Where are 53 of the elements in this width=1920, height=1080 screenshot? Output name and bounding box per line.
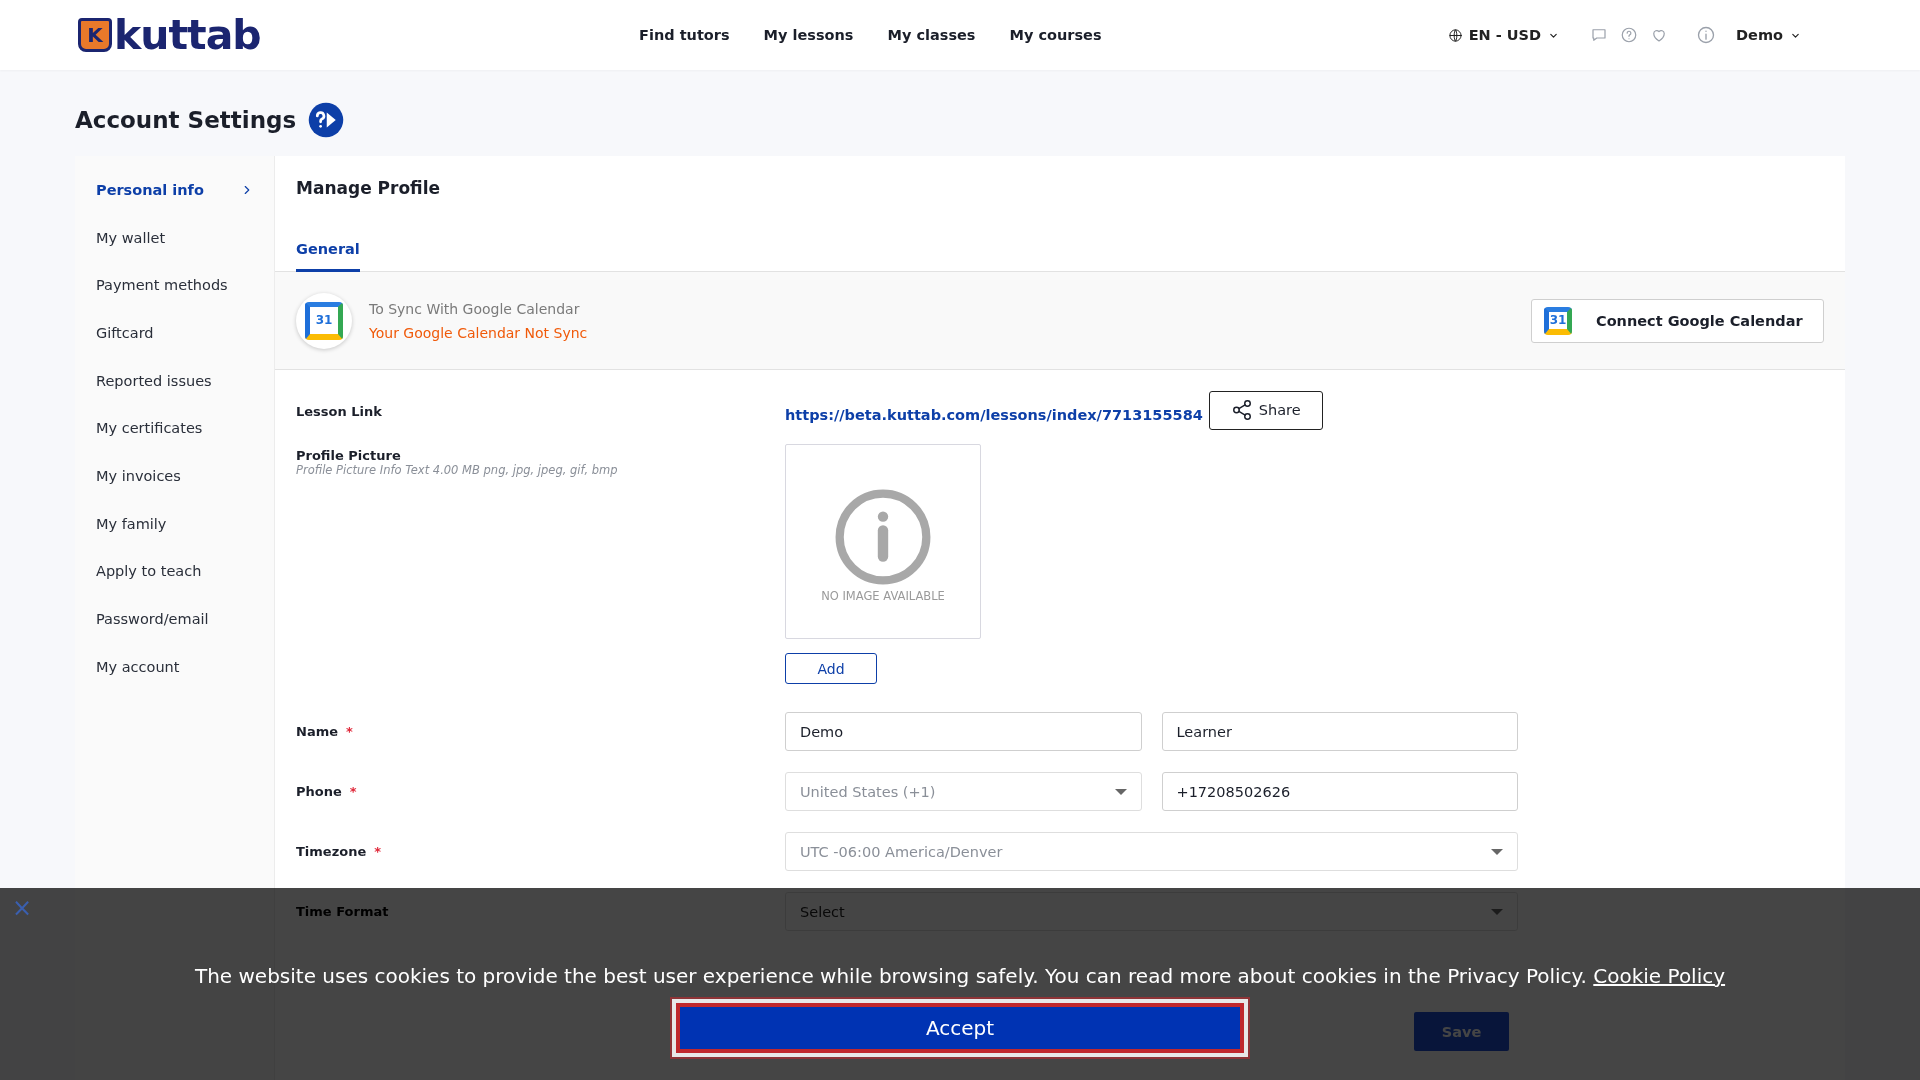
sidebar-item[interactable]: Apply to teach bbox=[75, 547, 274, 596]
field-label: Phone bbox=[296, 784, 342, 799]
required-mark: * bbox=[349, 784, 357, 799]
field-label: Lesson Link bbox=[296, 404, 383, 419]
sidebar-item[interactable]: My family bbox=[75, 499, 274, 548]
field-hint: Profile Picture Info Text 4.00 MB png, jpg, jpeg, gif, bmp bbox=[296, 463, 619, 477]
user-menu[interactable]: Demo bbox=[1736, 27, 1783, 43]
nav-link[interactable]: My lessons bbox=[763, 27, 854, 43]
logo-icon[interactable]: K bbox=[78, 18, 112, 52]
sidebar-item[interactable]: Reported issues bbox=[75, 356, 274, 405]
lesson-link[interactable]: https://beta.kuttab.com/lessons/index/7713155584 bbox=[785, 397, 1203, 423]
required-mark: * bbox=[374, 844, 382, 859]
language-selector[interactable]: EN - USD bbox=[1468, 27, 1542, 43]
sidebar-item[interactable]: My invoices bbox=[75, 452, 274, 500]
share-icon bbox=[1230, 399, 1253, 421]
sidebar-item[interactable]: Personal info bbox=[75, 166, 274, 214]
calendar-icon: 31 bbox=[1544, 306, 1572, 335]
sidebar-item[interactable]: Password/email bbox=[75, 595, 274, 643]
calendar-icon: 31 bbox=[305, 301, 343, 340]
connect-calendar-button[interactable]: 31 Connect Google Calendar bbox=[1531, 298, 1824, 343]
sidebar-item[interactable]: Payment methods bbox=[75, 261, 274, 310]
text-field[interactable]: Learner bbox=[1161, 712, 1518, 751]
text-field[interactable]: Demo bbox=[785, 712, 1142, 751]
sidebar-item[interactable]: Giftcard bbox=[75, 309, 274, 357]
page-title: Account Settings bbox=[75, 107, 297, 133]
required-mark: * bbox=[346, 724, 353, 739]
logo-text[interactable]: kuttab bbox=[114, 14, 261, 56]
nav-link[interactable]: My courses bbox=[1009, 27, 1102, 43]
sidebar-item[interactable]: My account bbox=[75, 642, 274, 691]
cookie-notice: The website uses cookies to provide the best user experience while browsing safely. You can read more about cookies in the Privacy Policy. Cookie Policy bbox=[194, 964, 1726, 988]
cookie-policy-link[interactable]: Cookie Policy bbox=[1593, 964, 1726, 988]
field-label: Name bbox=[296, 724, 338, 739]
sync-status: Your Google Calendar Not Sync bbox=[369, 324, 588, 341]
field-label: Profile Picture bbox=[296, 448, 402, 463]
help-video-icon bbox=[308, 102, 345, 138]
panel-title: Manage Profile bbox=[295, 177, 442, 200]
field-label: Timezone bbox=[296, 844, 367, 859]
sidebar-item[interactable]: My certificates bbox=[75, 404, 274, 453]
chat-icon bbox=[1590, 26, 1609, 44]
info-icon bbox=[1696, 25, 1717, 45]
globe-icon bbox=[1447, 27, 1463, 43]
share-button[interactable]: Share bbox=[1208, 390, 1323, 430]
add-button[interactable]: Add bbox=[785, 653, 877, 684]
field-label: Time Format bbox=[296, 904, 389, 919]
nav-link[interactable]: My classes bbox=[887, 27, 976, 43]
text-field[interactable]: +17208502626 bbox=[1161, 772, 1518, 811]
caret-icon bbox=[1491, 848, 1503, 855]
sidebar-item[interactable]: My wallet bbox=[75, 213, 274, 262]
help-icon bbox=[1620, 26, 1639, 44]
no-image-text: NO IMAGE AVAILABLE bbox=[821, 588, 945, 603]
sync-title: To Sync With Google Calendar bbox=[369, 300, 581, 317]
nav-link[interactable]: Find tutors bbox=[639, 27, 730, 43]
caret-icon bbox=[1114, 788, 1127, 795]
